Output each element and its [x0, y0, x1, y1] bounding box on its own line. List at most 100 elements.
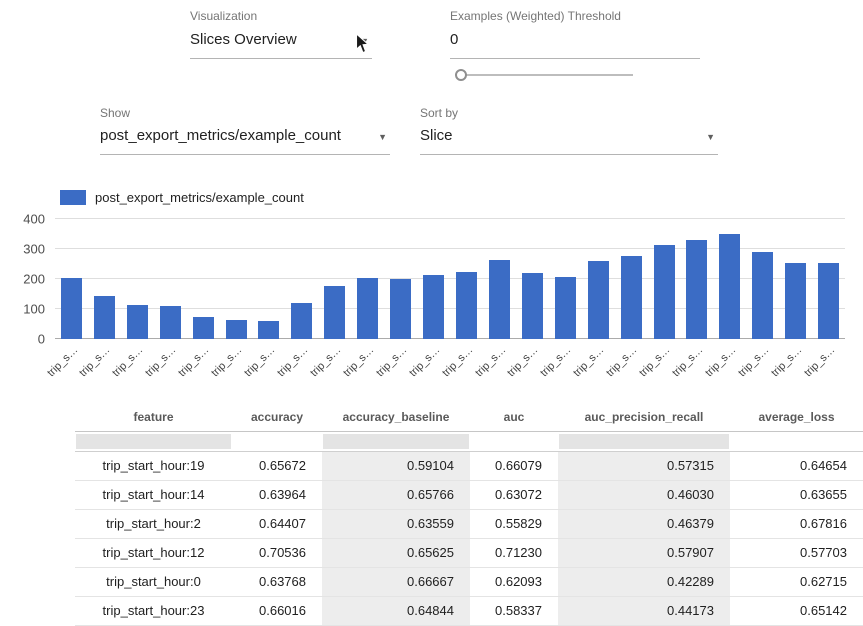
bar-slot — [417, 219, 450, 339]
x-tick-label: trip_s… — [45, 344, 80, 379]
slicing-metrics-browser: Visualization Slices Overview ▼ Examples… — [0, 0, 863, 626]
bar-slot — [746, 219, 779, 339]
metric-cell: 0.46030 — [558, 480, 730, 509]
table-header-row: featureaccuracyaccuracy_baselineaucauc_p… — [75, 403, 863, 431]
bar-slot — [318, 219, 351, 339]
legend-swatch — [60, 190, 86, 205]
slider-knob[interactable] — [455, 69, 467, 81]
bar[interactable] — [489, 260, 510, 340]
bar[interactable] — [61, 278, 82, 340]
metric-cell: 0.65625 — [322, 538, 470, 567]
column-header-auc_precision_recall[interactable]: auc_precision_recall — [558, 403, 730, 431]
chevron-down-icon[interactable]: ▼ — [706, 132, 715, 142]
bar[interactable] — [357, 278, 378, 340]
metric-cell: 0.59104 — [322, 451, 470, 480]
y-tick-label: 0 — [38, 333, 45, 346]
metric-cell: 0.62093 — [470, 567, 558, 596]
metric-cell: 0.65142 — [730, 596, 863, 625]
visualization-dropdown[interactable]: Slices Overview ▼ — [190, 31, 372, 59]
metric-cell: 0.67816 — [730, 509, 863, 538]
bar[interactable] — [719, 234, 740, 339]
filter-box[interactable] — [559, 434, 729, 449]
bar[interactable] — [818, 263, 839, 340]
filter-cell — [730, 431, 863, 451]
filter-box[interactable] — [76, 434, 231, 449]
slider-track[interactable] — [461, 74, 633, 76]
filter-cell — [558, 431, 730, 451]
show-metric-dropdown[interactable]: post_export_metrics/example_count ▼ — [100, 127, 390, 155]
bar-slot — [483, 219, 516, 339]
bar-slot — [121, 219, 154, 339]
bar-slot — [384, 219, 417, 339]
metric-cell: 0.44173 — [558, 596, 730, 625]
bar[interactable] — [686, 240, 707, 339]
table-row: trip_start_hour:190.656720.591040.660790… — [75, 451, 863, 480]
bar[interactable] — [588, 261, 609, 339]
bar[interactable] — [226, 320, 247, 340]
column-header-accuracy_baseline[interactable]: accuracy_baseline — [322, 403, 470, 431]
chart-legend: post_export_metrics/example_count — [60, 190, 304, 205]
threshold-slider[interactable] — [455, 68, 633, 82]
sort-by-dropdown[interactable]: Slice ▼ — [420, 127, 718, 155]
metric-cell: 0.58337 — [470, 596, 558, 625]
x-tick: trip_s… — [812, 341, 845, 387]
bar[interactable] — [291, 303, 312, 339]
show-metric-value: post_export_metrics/example_count — [100, 127, 341, 144]
filter-cell — [322, 431, 470, 451]
bar-slot — [253, 219, 286, 339]
y-tick-label: 100 — [23, 303, 45, 316]
bar[interactable] — [456, 272, 477, 339]
metric-cell: 0.57703 — [730, 538, 863, 567]
bar[interactable] — [193, 317, 214, 340]
column-header-average_loss[interactable]: average_loss — [730, 403, 863, 431]
column-header-accuracy[interactable]: accuracy — [232, 403, 322, 431]
metric-cell: 0.66079 — [470, 451, 558, 480]
bar-slot — [351, 219, 384, 339]
threshold-input[interactable]: 0 — [450, 31, 700, 59]
bar-slot — [285, 219, 318, 339]
bar[interactable] — [423, 275, 444, 339]
metric-cell: 0.65672 — [232, 451, 322, 480]
metric-cell: 0.63559 — [322, 509, 470, 538]
filter-box[interactable] — [323, 434, 469, 449]
bar[interactable] — [390, 279, 411, 339]
bar-slot — [450, 219, 483, 339]
visualization-label: Visualization — [190, 9, 257, 23]
column-header-auc[interactable]: auc — [470, 403, 558, 431]
metric-cell: 0.63768 — [232, 567, 322, 596]
metric-cell: 0.63655 — [730, 480, 863, 509]
y-tick-label: 200 — [23, 273, 45, 286]
bar[interactable] — [621, 256, 642, 339]
threshold-label: Examples (Weighted) Threshold — [450, 9, 621, 23]
y-axis-labels: 0100200300400 — [0, 219, 45, 339]
bar[interactable] — [654, 245, 675, 339]
table-row: trip_start_hour:230.660160.648440.583370… — [75, 596, 863, 625]
table-body: trip_start_hour:190.656720.591040.660790… — [75, 451, 863, 625]
threshold-value: 0 — [450, 31, 458, 48]
metric-cell: 0.64844 — [322, 596, 470, 625]
metrics-table: featureaccuracyaccuracy_baselineaucauc_p… — [75, 403, 863, 626]
metric-cell: 0.55829 — [470, 509, 558, 538]
bar-slot — [220, 219, 253, 339]
bar[interactable] — [258, 321, 279, 339]
bar[interactable] — [324, 286, 345, 339]
bar[interactable] — [785, 263, 806, 339]
bar[interactable] — [160, 306, 181, 339]
bar[interactable] — [555, 277, 576, 339]
metric-cell: 0.64407 — [232, 509, 322, 538]
bar[interactable] — [94, 296, 115, 339]
filter-cell — [75, 431, 232, 451]
column-header-feature[interactable]: feature — [75, 403, 232, 431]
bar-chart — [55, 219, 845, 339]
bar-slot — [713, 219, 746, 339]
chevron-down-icon[interactable]: ▼ — [378, 132, 387, 142]
metric-cell: 0.70536 — [232, 538, 322, 567]
bar[interactable] — [752, 252, 773, 339]
bar[interactable] — [522, 273, 543, 339]
metric-cell: 0.62715 — [730, 567, 863, 596]
bar-slot — [187, 219, 220, 339]
bar[interactable] — [127, 305, 148, 339]
table-filter-row — [75, 431, 863, 451]
table-row: trip_start_hour:120.705360.656250.712300… — [75, 538, 863, 567]
feature-cell: trip_start_hour:0 — [75, 567, 232, 596]
